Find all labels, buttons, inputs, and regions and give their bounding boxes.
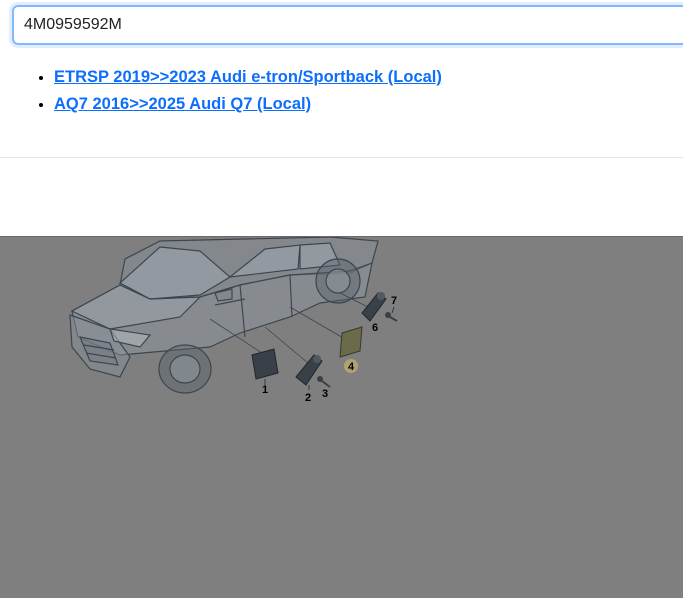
part-4-control-unit[interactable]: 4 (339, 326, 363, 373)
result-link-aq7[interactable]: AQ7 2016>>2025 Audi Q7 (Local) (54, 95, 311, 113)
results-list: ETRSP 2019>>2023 Audi e-tron/Sportback (… (34, 64, 442, 118)
callout-label: 4 (348, 361, 355, 373)
callout-label: 1 (262, 384, 268, 396)
part-6-sensor[interactable]: 6 (361, 292, 387, 334)
modal-overlay[interactable]: 1 2 3 4 6 7 (0, 236, 683, 598)
search-input[interactable] (24, 7, 683, 43)
callout-label: 7 (391, 295, 397, 307)
part-7-screw[interactable]: 7 (385, 295, 398, 322)
search-box[interactable] (12, 5, 683, 45)
car-illustration (69, 237, 379, 394)
list-item: ETRSP 2019>>2023 Audi e-tron/Sportback (… (54, 64, 442, 91)
list-item: AQ7 2016>>2025 Audi Q7 (Local) (54, 91, 442, 118)
callout-label: 6 (372, 322, 378, 334)
parts-diagram: 1 2 3 4 6 7 (69, 237, 398, 404)
result-link-etrsp[interactable]: ETRSP 2019>>2023 Audi e-tron/Sportback (… (54, 68, 442, 86)
divider (0, 157, 683, 158)
callout-label: 3 (322, 388, 328, 400)
part-3-screw[interactable]: 3 (317, 376, 331, 400)
part-1-bracket[interactable]: 1 (251, 348, 279, 396)
callout-label: 2 (305, 392, 311, 404)
